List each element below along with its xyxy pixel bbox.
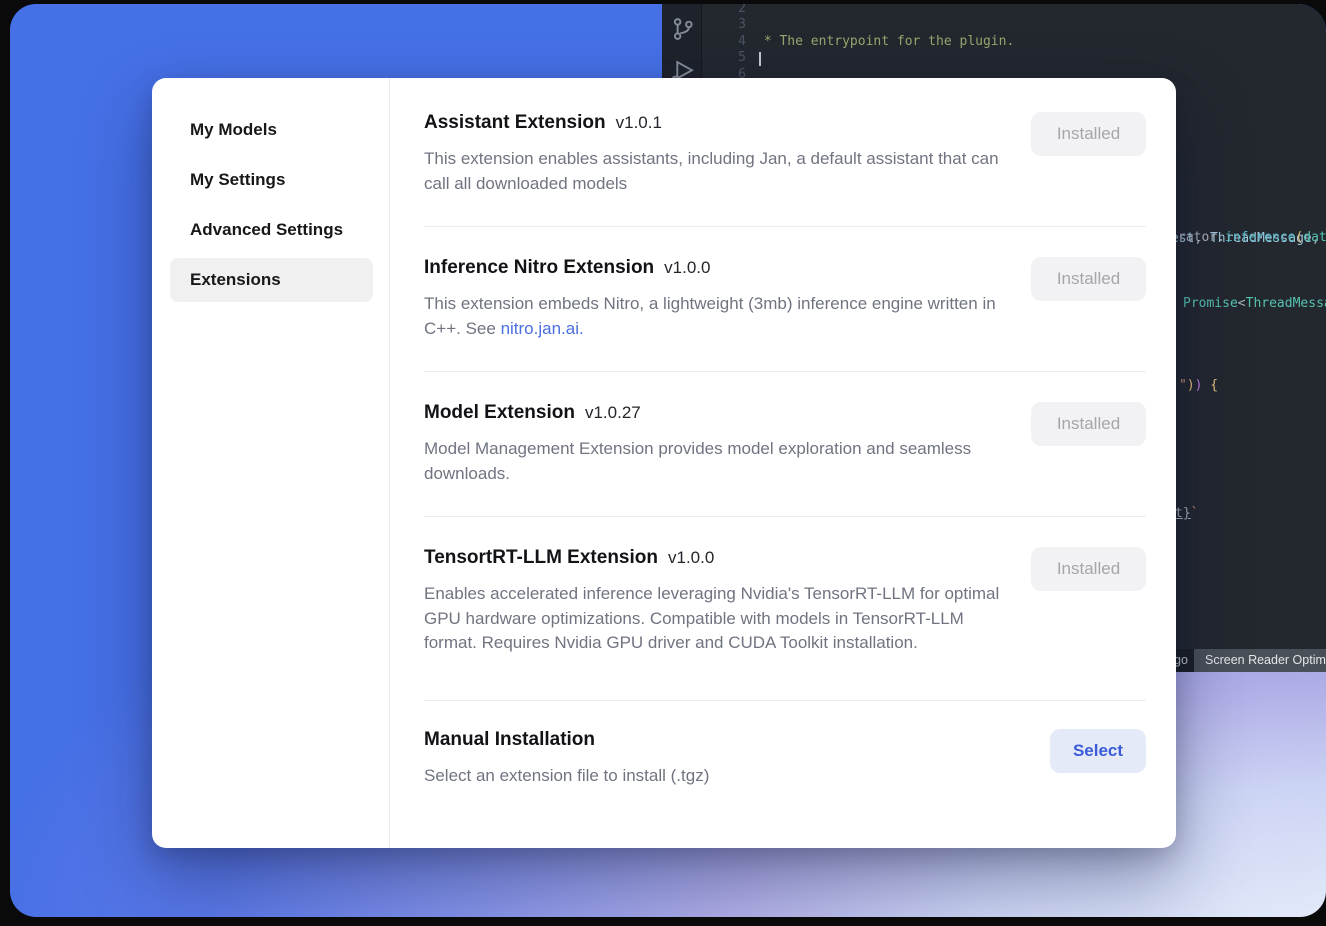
installed-button[interactable]: Installed (1031, 112, 1146, 156)
screen-reader-status-item[interactable]: Screen Reader Optimize (1194, 649, 1326, 672)
manual-installation-title: Manual Installation (424, 729, 595, 750)
extension-row-inference-nitro: Inference Nitro Extension v1.0.0 This ext… (424, 227, 1146, 372)
sidebar-item-my-models[interactable]: My Models (170, 108, 373, 152)
extension-description: This extension embeds Nitro, a lightweig… (424, 292, 1004, 341)
status-bar-text: go (1174, 653, 1188, 667)
installed-button[interactable]: Installed (1031, 547, 1146, 591)
sidebar-item-advanced-settings[interactable]: Advanced Settings (170, 208, 373, 252)
line-numbers: 2 3 4 5 6 (702, 4, 746, 83)
manual-installation-description: Select an extension file to install (.tg… (424, 764, 1004, 789)
extensions-panel: Assistant Extension v1.0.1 This extension… (390, 78, 1176, 848)
code-fragment: t}` (1175, 506, 1198, 521)
code-fragment: Promise<ThreadMessage> (1183, 296, 1326, 311)
extension-version: v1.0.0 (668, 548, 714, 567)
code-fragment: rator.inference(data)); (1178, 230, 1326, 245)
extension-row-model: Model Extension v1.0.27 Model Management … (424, 372, 1146, 517)
extension-row-assistant: Assistant Extension v1.0.1 This extension… (424, 112, 1146, 227)
sidebar-item-my-settings[interactable]: My Settings (170, 158, 373, 202)
extension-description: Enables accelerated inference leveraging… (424, 582, 1004, 656)
nitro-jan-ai-link[interactable]: nitro.jan.ai. (501, 319, 584, 338)
extension-description: Model Management Extension provides mode… (424, 437, 1004, 486)
installed-button[interactable]: Installed (1031, 257, 1146, 301)
app-window: 2 3 4 5 6 * The entrypoint for the plugi… (10, 4, 1326, 917)
installed-button[interactable]: Installed (1031, 402, 1146, 446)
extension-name: TensortRT-LLM Extension (424, 547, 658, 568)
sidebar-item-extensions[interactable]: Extensions (170, 258, 373, 302)
extension-version: v1.0.1 (616, 113, 662, 132)
extension-name: Inference Nitro Extension (424, 257, 654, 278)
manual-installation-row: Manual Installation Select an extension … (424, 701, 1146, 789)
text-cursor (759, 52, 761, 66)
extension-description: This extension enables assistants, inclu… (424, 147, 1004, 196)
extension-name: Model Extension (424, 402, 575, 423)
extension-row-tensorrt-llm: TensortRT-LLM Extension v1.0.0 Enables ac… (424, 517, 1146, 701)
select-file-button[interactable]: Select (1050, 729, 1146, 773)
extension-version: v1.0.27 (585, 403, 641, 422)
settings-modal: My Models My Settings Advanced Settings … (152, 78, 1176, 848)
code-fragment: ")) { (1179, 378, 1218, 393)
extension-version: v1.0.0 (664, 258, 710, 277)
source-control-icon[interactable] (670, 16, 696, 42)
extension-name: Assistant Extension (424, 112, 606, 133)
settings-sidebar: My Models My Settings Advanced Settings … (152, 78, 390, 848)
